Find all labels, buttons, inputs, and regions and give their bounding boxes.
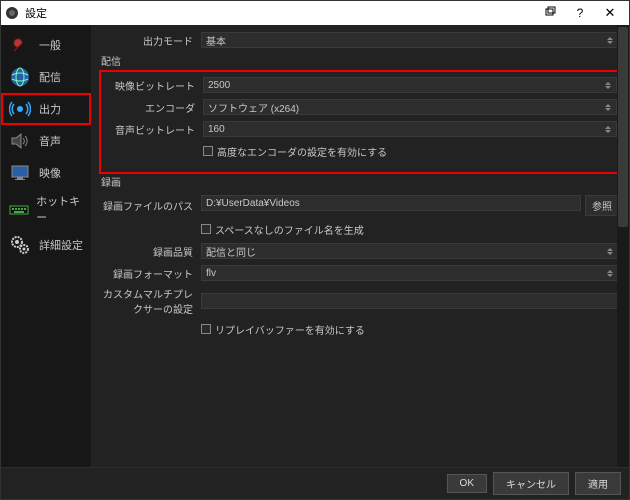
restore-button[interactable] xyxy=(535,6,565,21)
scrollbar-thumb[interactable] xyxy=(618,27,628,227)
checkbox-label: 高度なエンコーダの設定を有効にする xyxy=(217,144,387,159)
monitor-icon xyxy=(7,161,33,185)
spinner-icon[interactable] xyxy=(607,32,617,48)
checkbox-icon xyxy=(203,146,213,156)
app-icon xyxy=(5,6,19,20)
row-audio-bitrate: 音声ビットレート 160 xyxy=(103,120,617,138)
broadcast-icon xyxy=(7,97,33,121)
sidebar-item-output[interactable]: 出力 xyxy=(1,93,91,125)
select-quality[interactable]: 配信と同じ xyxy=(201,243,619,259)
sidebar-item-label: 一般 xyxy=(39,37,61,53)
label-video-bitrate: 映像ビットレート xyxy=(103,78,203,93)
sidebar-item-general[interactable]: 一般 xyxy=(1,29,91,61)
input-record-path[interactable]: D:¥UserData¥Videos xyxy=(201,195,581,211)
speaker-icon xyxy=(7,129,33,153)
checkbox-icon xyxy=(201,224,211,234)
spinner-icon[interactable] xyxy=(607,265,617,281)
label-record-path: 録画ファイルのパス xyxy=(101,198,201,213)
section-stream: 配信 xyxy=(101,53,619,68)
gear-icon xyxy=(7,233,33,257)
sidebar-item-label: 映像 xyxy=(39,165,61,181)
row-video-bitrate: 映像ビットレート 2500 xyxy=(103,76,617,94)
wrench-icon xyxy=(7,33,33,57)
footer: OK キャンセル 適用 xyxy=(1,467,629,499)
label-encoder: エンコーダ xyxy=(103,100,203,115)
sidebar-item-stream[interactable]: 配信 xyxy=(1,61,91,93)
body: 一般 配信 出力 音声 xyxy=(1,25,629,467)
sidebar-item-audio[interactable]: 音声 xyxy=(1,125,91,157)
globe-icon xyxy=(7,65,33,89)
spinner-icon[interactable] xyxy=(607,243,617,259)
browse-button[interactable]: 参照 xyxy=(585,195,619,216)
cancel-button[interactable]: キャンセル xyxy=(493,472,569,495)
checkbox-adv-encoder[interactable]: 高度なエンコーダの設定を有効にする xyxy=(203,144,617,159)
row-replay: リプレイバッファーを有効にする xyxy=(101,320,619,338)
close-button[interactable]: ✕ xyxy=(595,5,625,21)
sidebar-item-label: 出力 xyxy=(39,101,61,117)
label-output-mode: 出力モード xyxy=(101,33,201,48)
sidebar-item-video[interactable]: 映像 xyxy=(1,157,91,189)
sidebar-item-label: 詳細設定 xyxy=(39,237,83,253)
select-format[interactable]: flv xyxy=(201,265,619,281)
help-button[interactable]: ? xyxy=(565,6,595,20)
row-no-space: スペースなしのファイル名を生成 xyxy=(101,220,619,238)
label-audio-bitrate: 音声ビットレート xyxy=(103,122,203,137)
row-output-mode: 出力モード 基本 xyxy=(101,31,619,49)
apply-button[interactable]: 適用 xyxy=(575,472,621,495)
checkbox-no-space[interactable]: スペースなしのファイル名を生成 xyxy=(201,222,619,237)
checkbox-label: リプレイバッファーを有効にする xyxy=(215,322,365,337)
stream-group-highlight: 映像ビットレート 2500 エンコーダ ソフトウェア (x264) xyxy=(103,74,617,170)
ok-button[interactable]: OK xyxy=(447,474,487,493)
spinner-icon[interactable] xyxy=(605,77,615,93)
content: 出力モード 基本 配信 映像ビットレート 2500 xyxy=(91,25,629,467)
sidebar-item-label: 配信 xyxy=(39,69,61,85)
label-mux: カスタムマルチプレクサーの設定 xyxy=(101,286,201,316)
select-encoder[interactable]: ソフトウェア (x264) xyxy=(203,99,617,115)
sidebar: 一般 配信 出力 音声 xyxy=(1,25,91,467)
checkbox-icon xyxy=(201,324,211,334)
row-adv-encoder: 高度なエンコーダの設定を有効にする xyxy=(103,142,617,160)
label-format: 録画フォーマット xyxy=(101,266,201,281)
spinner-icon[interactable] xyxy=(605,99,615,115)
keyboard-icon xyxy=(7,197,30,221)
select-output-mode[interactable]: 基本 xyxy=(201,32,619,48)
sidebar-item-label: ホットキー xyxy=(36,193,85,225)
checkbox-replay[interactable]: リプレイバッファーを有効にする xyxy=(201,322,619,337)
settings-window: 設定 ? ✕ 一般 配信 xyxy=(0,0,630,500)
record-group: 録画ファイルのパス D:¥UserData¥Videos 参照 スペースなしのフ… xyxy=(101,195,619,348)
scrollbar[interactable] xyxy=(617,25,629,467)
window-title: 設定 xyxy=(25,5,47,21)
row-format: 録画フォーマット flv xyxy=(101,264,619,282)
select-audio-bitrate[interactable]: 160 xyxy=(203,121,617,137)
input-video-bitrate[interactable]: 2500 xyxy=(203,77,617,93)
row-quality: 録画品質 配信と同じ xyxy=(101,242,619,260)
row-record-path: 録画ファイルのパス D:¥UserData¥Videos 参照 xyxy=(101,195,619,216)
sidebar-item-advanced[interactable]: 詳細設定 xyxy=(1,229,91,261)
titlebar: 設定 ? ✕ xyxy=(1,1,629,25)
row-encoder: エンコーダ ソフトウェア (x264) xyxy=(103,98,617,116)
sidebar-item-hotkeys[interactable]: ホットキー xyxy=(1,189,91,229)
sidebar-item-label: 音声 xyxy=(39,133,61,149)
label-quality: 録画品質 xyxy=(101,244,201,259)
section-record: 録画 xyxy=(101,174,619,189)
row-mux: カスタムマルチプレクサーの設定 xyxy=(101,286,619,316)
checkbox-label: スペースなしのファイル名を生成 xyxy=(215,222,364,237)
spinner-icon[interactable] xyxy=(605,121,615,137)
input-mux[interactable] xyxy=(201,293,619,309)
